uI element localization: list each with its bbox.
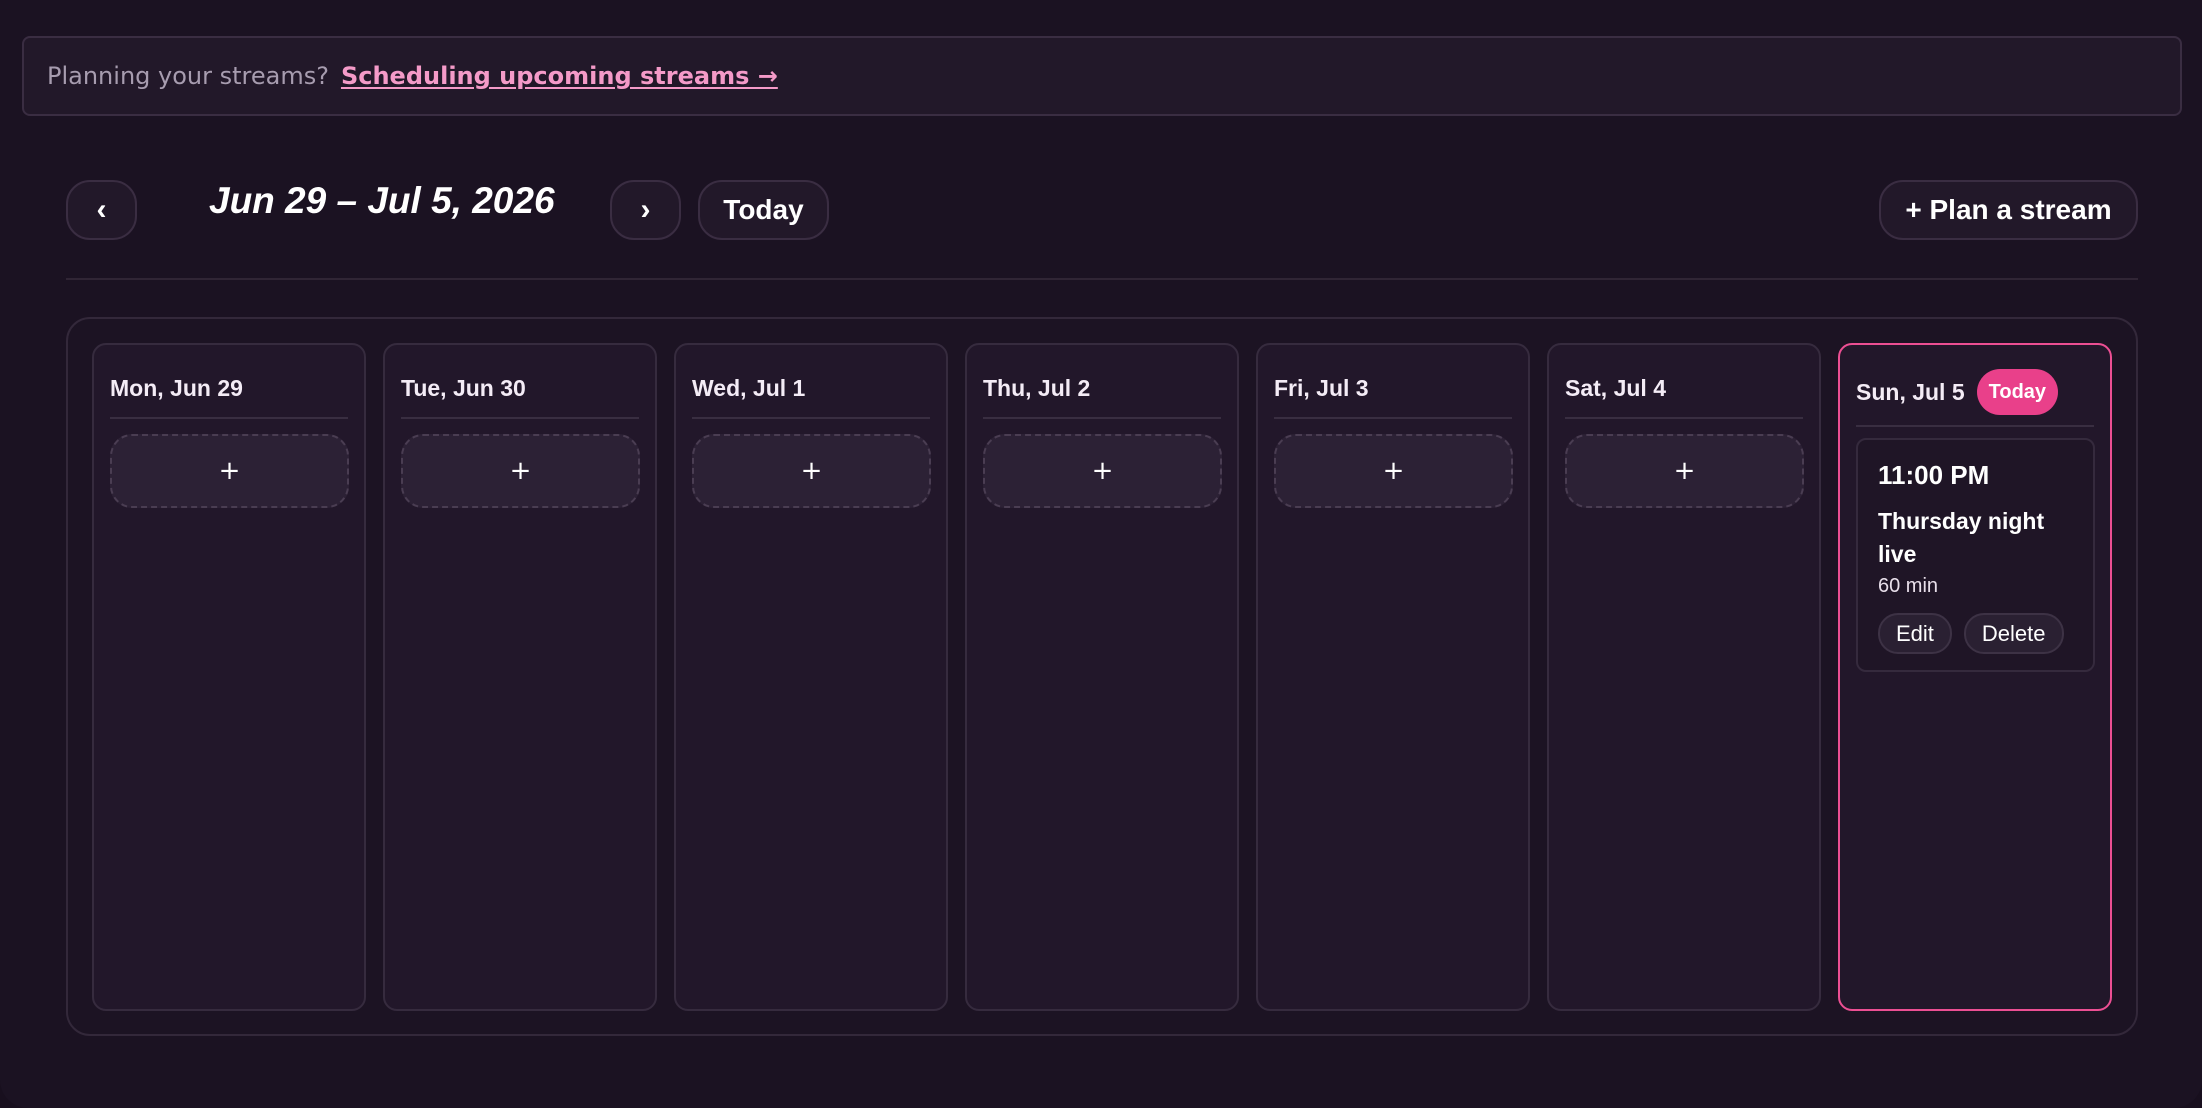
day-header: Mon, Jun 29 [110,371,348,419]
day-label: Tue, Jun 30 [401,374,526,401]
app-frame: Planning your streams? Scheduling upcomi… [0,0,2202,1108]
add-stream-slot[interactable]: + [1274,434,1513,508]
day-label: Fri, Jul 3 [1274,374,1369,401]
day-header: Tue, Jun 30 [401,371,639,419]
add-stream-slot[interactable]: + [983,434,1222,508]
previous-week-button[interactable]: ‹ [66,180,137,240]
banner-text: Planning your streams? [47,62,329,90]
day-column-mon: Mon, Jun 29 + [92,343,366,1011]
day-label: Sun, Jul 5 [1856,378,1965,405]
event-title: Thursday night live [1878,508,2045,567]
day-header: Wed, Jul 1 [692,371,930,419]
add-stream-slot[interactable]: + [110,434,349,508]
next-week-button[interactable]: › [610,180,681,240]
day-column-sat: Sat, Jul 4 + [1547,343,1821,1011]
today-badge: Today [1976,369,2059,415]
week-board: Mon, Jun 29 + Tue, Jun 30 + Wed, Jul 1 +… [66,317,2138,1036]
day-label: Mon, Jun 29 [110,374,243,401]
toolbar-divider [66,278,2138,280]
day-header: Sun, Jul 5 Today [1856,369,2094,427]
week-range-title: Jun 29 – Jul 5, 2026 [209,180,555,221]
info-banner: Planning your streams? Scheduling upcomi… [22,36,2182,116]
day-column-tue: Tue, Jun 30 + [383,343,657,1011]
event-duration: 60 min [1878,575,1939,597]
day-column-wed: Wed, Jul 1 + [674,343,948,1011]
day-header: Thu, Jul 2 [983,371,1221,419]
day-header: Fri, Jul 3 [1274,371,1512,419]
today-button[interactable]: Today [698,180,829,240]
day-header: Sat, Jul 4 [1565,371,1803,419]
day-column-sun: Sun, Jul 5 Today 11:00 PM Thursday night… [1838,343,2112,1011]
plan-stream-button[interactable]: + Plan a stream [1879,180,2138,240]
add-stream-slot[interactable]: + [1565,434,1804,508]
week-toolbar: ‹ Jun 29 – Jul 5, 2026 › Today + Plan a … [66,180,2138,240]
day-label: Thu, Jul 2 [983,374,1091,401]
add-stream-slot[interactable]: + [692,434,931,508]
delete-event-button[interactable]: Delete [1963,613,2064,654]
edit-event-button[interactable]: Edit [1878,613,1952,654]
day-label: Sat, Jul 4 [1565,374,1666,401]
scheduling-guide-link[interactable]: Scheduling upcoming streams → [341,62,778,90]
stream-event-card[interactable]: 11:00 PM Thursday night live 60 min Edit… [1856,438,2095,672]
day-label: Wed, Jul 1 [692,374,806,401]
event-actions: Edit Delete [1878,613,2064,654]
day-column-thu: Thu, Jul 2 + [965,343,1239,1011]
day-column-fri: Fri, Jul 3 + [1256,343,1530,1011]
event-time: 11:00 PM [1878,460,1990,490]
add-stream-slot[interactable]: + [401,434,640,508]
